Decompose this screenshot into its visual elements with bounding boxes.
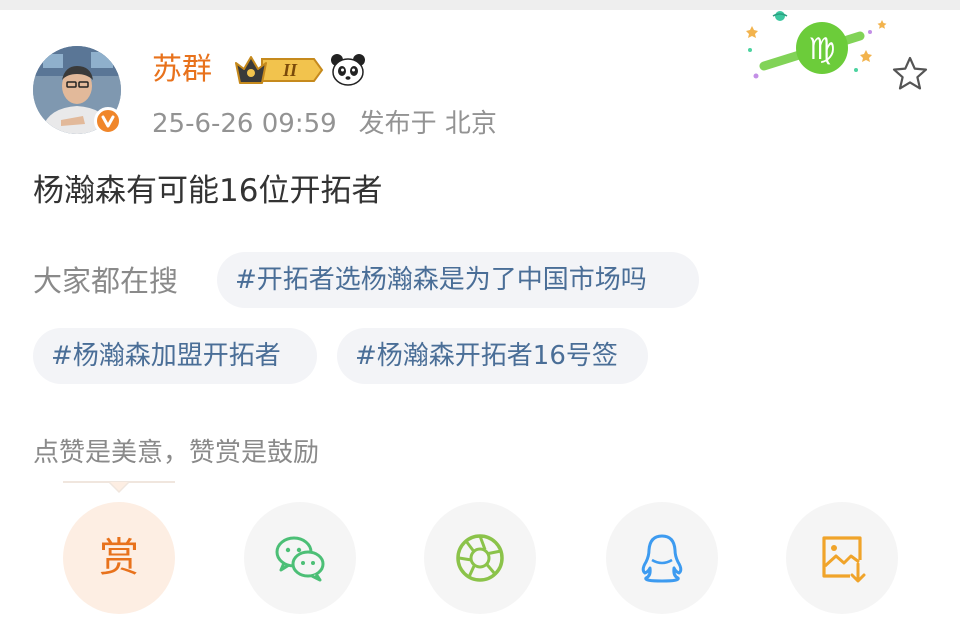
share-moments-button[interactable] <box>424 502 536 614</box>
trending-search-label: 大家都在搜 <box>33 264 179 298</box>
reward-button-label: 赏 <box>99 535 139 581</box>
moments-icon <box>456 534 504 582</box>
post-meta: 25-6-26 09:59 发布于 北京 <box>152 106 497 142</box>
svg-text:♍: ♍ <box>809 32 836 67</box>
topic-chip[interactable]: #杨瀚森加盟开拓者 <box>33 328 317 384</box>
share-wechat-button[interactable] <box>244 502 356 614</box>
verified-v-icon <box>94 107 122 135</box>
post-text: 杨瀚森有可能16位开拓者 <box>33 173 383 209</box>
post-location: 发布于 北京 <box>358 109 497 139</box>
reward-pointer-arrow <box>63 480 175 494</box>
username[interactable]: 苏群 <box>152 50 212 90</box>
qq-icon <box>641 534 683 583</box>
status-bar-strip <box>0 0 960 10</box>
crown-level-badge[interactable]: II <box>232 53 324 87</box>
panda-icon <box>330 52 366 88</box>
share-qq-button[interactable] <box>606 502 718 614</box>
topic-chip[interactable]: #开拓者选杨瀚森是为了中国市场吗 <box>217 252 699 308</box>
level-badge-text: II <box>282 60 298 80</box>
post-timestamp: 25-6-26 09:59 <box>152 109 337 139</box>
star-favorite-icon[interactable] <box>890 54 930 94</box>
reward-button[interactable]: 赏 <box>63 502 175 614</box>
wechat-icon <box>275 536 325 582</box>
save-image-icon <box>822 536 866 583</box>
topic-chip[interactable]: #杨瀚森开拓者16号签 <box>337 328 648 384</box>
reward-note: 点赞是美意，赞赏是鼓励 <box>33 438 320 468</box>
save-image-button[interactable] <box>786 502 898 614</box>
virgo-zodiac-decoration: ♍ <box>738 10 898 90</box>
